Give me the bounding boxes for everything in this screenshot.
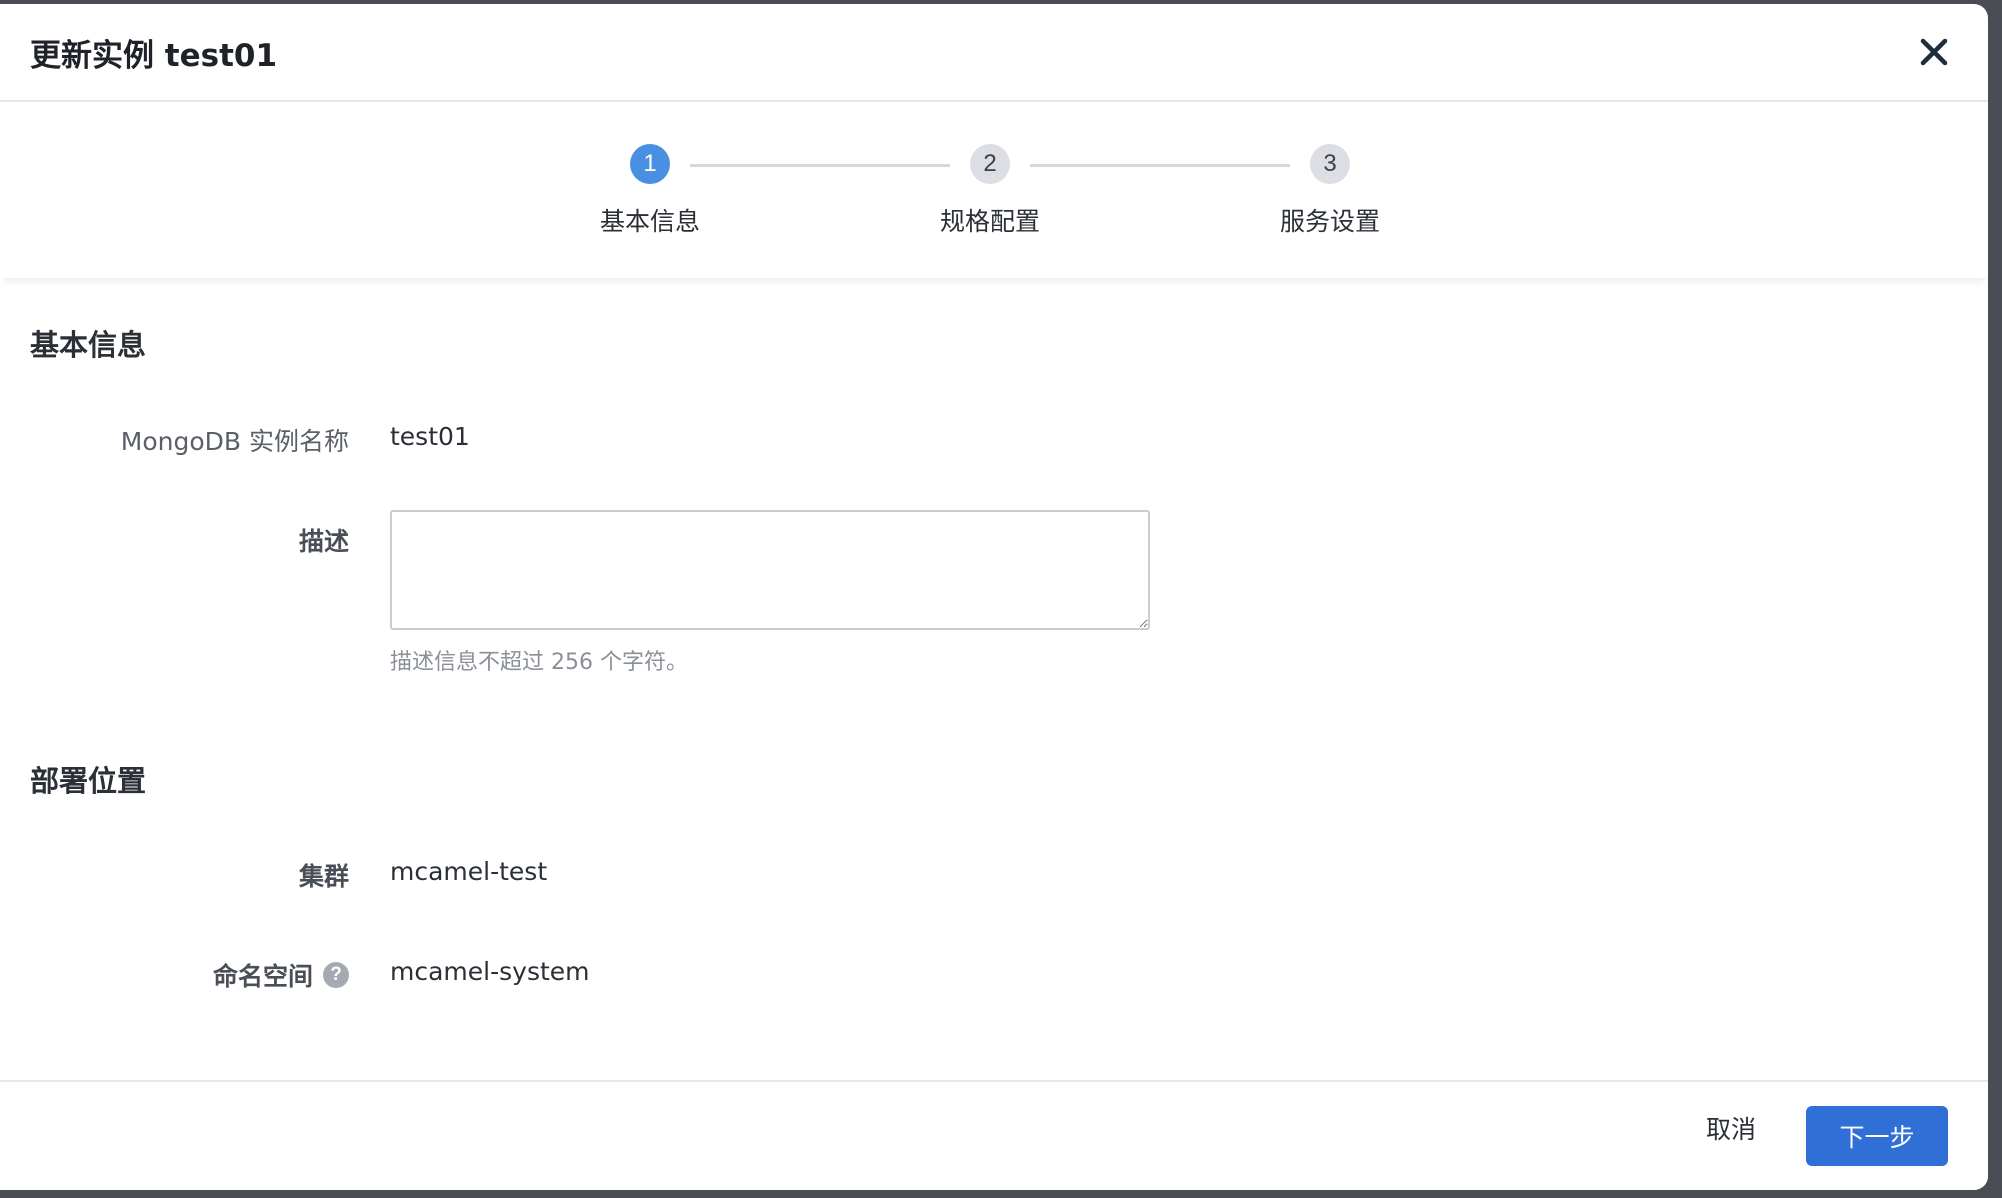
step-2: 2 规格配置 [890, 144, 1090, 238]
step-3: 3 服务设置 [1230, 144, 1430, 238]
stepper: 1 基本信息 2 规格配置 3 服务设置 [0, 104, 1988, 278]
close-icon[interactable] [1916, 34, 1952, 70]
dialog-header: 更新实例 test01 [0, 4, 1988, 102]
namespace-value: mcamel-system [390, 957, 590, 986]
update-instance-dialog: 更新实例 test01 1 基本信息 2 规格配置 3 服务设置 基本信息 Mo… [0, 4, 1988, 1190]
dialog-footer: 取消 下一步 [0, 1080, 1988, 1190]
next-step-button[interactable]: 下一步 [1806, 1106, 1948, 1166]
help-icon[interactable]: ? [323, 962, 349, 988]
step-1-label: 基本信息 [599, 207, 700, 236]
namespace-label-wrapper: 命名空间? [213, 957, 349, 993]
description-hint: 描述信息不超过 256 个字符。 [390, 650, 688, 675]
step-2-number: 2 [970, 144, 1010, 184]
instance-name-label: MongoDB 实例名称 [120, 427, 349, 456]
cancel-button[interactable]: 取消 [1706, 1110, 1756, 1146]
step-3-number: 3 [1310, 144, 1350, 184]
basic-info-section-title: 基本信息 [30, 328, 147, 362]
step-2-label: 规格配置 [939, 207, 1040, 236]
cluster-label: 集群 [298, 862, 349, 891]
namespace-label: 命名空间 [212, 962, 313, 991]
step-3-label: 服务设置 [1279, 207, 1380, 236]
description-textarea[interactable] [390, 510, 1150, 630]
deployment-section-title: 部署位置 [30, 764, 147, 798]
cluster-value: mcamel-test [390, 857, 548, 886]
instance-name-value: test01 [390, 422, 470, 451]
step-1-number: 1 [630, 144, 670, 184]
description-label: 描述 [298, 527, 349, 556]
step-1: 1 基本信息 [550, 144, 750, 238]
dialog-title: 更新实例 test01 [30, 38, 278, 74]
